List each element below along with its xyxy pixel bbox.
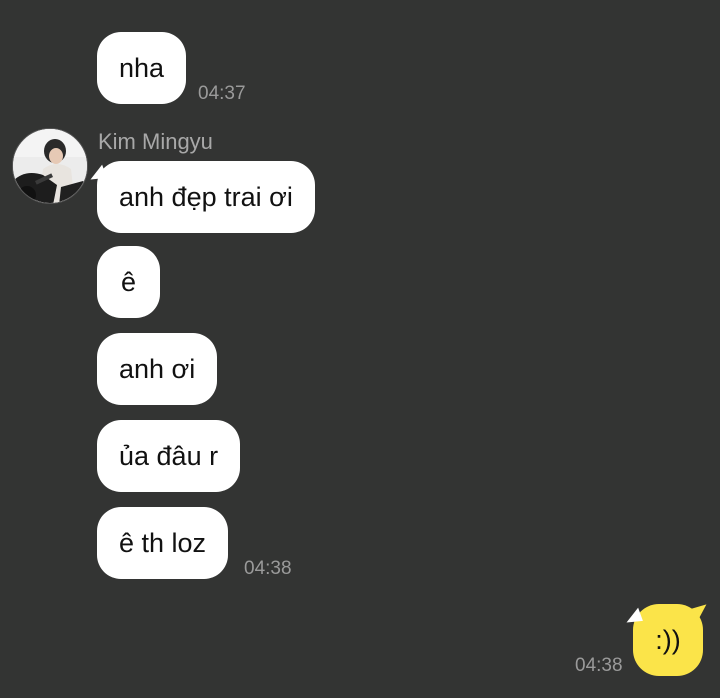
message-timestamp: 04:38 (244, 558, 292, 579)
my-message-bubble[interactable]: :)) (633, 604, 703, 676)
message-text: anh ơi (119, 354, 196, 384)
message-text: ê (121, 267, 137, 297)
message-timestamp: 04:38 (575, 655, 623, 676)
message-bubble[interactable]: anh đẹp trai ơi (97, 161, 315, 233)
user-avatar-photo-icon (13, 129, 87, 203)
message-text: nha (119, 53, 165, 83)
message-text: :)) (655, 625, 681, 655)
sender-avatar[interactable] (12, 128, 88, 204)
chat-thread: nha 04:37 Kim Mingyu anh đẹp trai ơi ê a… (0, 0, 720, 698)
message-bubble[interactable]: ê (97, 246, 161, 318)
message-text: ủa đâu r (119, 441, 219, 471)
message-bubble[interactable]: ủa đâu r (97, 420, 241, 492)
message-text: anh đẹp trai ơi (119, 182, 293, 212)
message-bubble[interactable]: ê th loz (97, 507, 229, 579)
message-bubble[interactable]: anh ơi (97, 333, 218, 405)
sender-name: Kim Mingyu (98, 129, 213, 154)
message-text: ê th loz (119, 528, 207, 558)
message-timestamp: 04:37 (198, 83, 246, 104)
message-bubble[interactable]: nha (97, 32, 187, 104)
